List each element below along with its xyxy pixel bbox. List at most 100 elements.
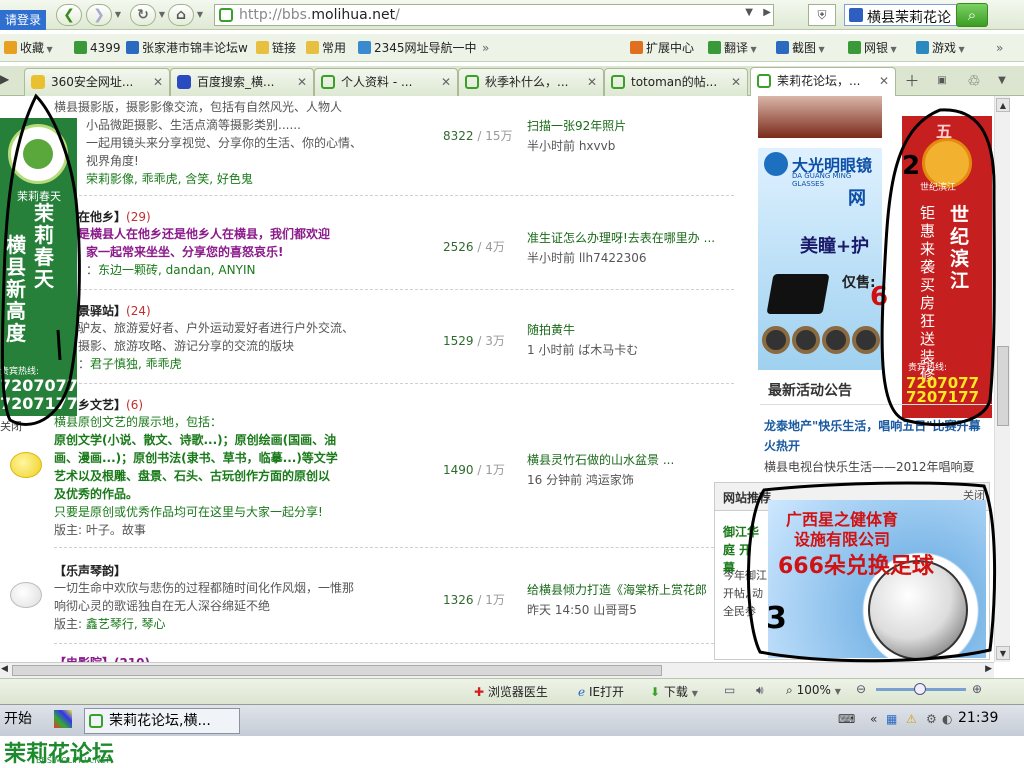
close-tab-icon[interactable]: ✕ [587,69,597,95]
trash-button[interactable]: ♲ [962,70,986,92]
translate-button[interactable]: 翻译 ▼ [708,39,757,57]
netbank-button[interactable]: 网银 ▼ [848,39,897,57]
forum-last-post: 横县灵竹石做的山水盆景 ... 16 分钟前 鸿运家饰 [527,453,675,487]
tab-profile[interactable]: 个人资料 - ... ✕ [314,68,458,96]
tab-menu-dropdown[interactable]: ▼ [990,70,1014,92]
shield-icon: ⛨ [817,8,827,22]
forum-name[interactable]: 【乐声琴韵】 [54,562,734,579]
bookmark-overflow-icon[interactable]: » [482,39,489,57]
extension-center-button[interactable]: 扩展中心 [630,39,694,57]
refresh-button[interactable]: ↻ [130,4,156,26]
sidebar-top-image[interactable] [758,96,882,138]
download-button[interactable]: ⬇ 下载 ▼ [650,683,698,700]
soccer-ad[interactable]: 广西星之健体育 设施有限公司 666朵兑换足球 [768,500,986,660]
scroll-down-icon[interactable]: ▼ [996,646,1010,660]
hscroll-thumb[interactable] [12,665,662,676]
vertical-scrollbar[interactable]: ▲ ▼ [994,96,1010,662]
scroll-thumb[interactable] [997,346,1009,426]
tray-app-icon[interactable]: ◐ [942,712,952,726]
taskbar-item-browser[interactable]: 茉莉花论坛,横... [84,708,240,734]
taskbar-clock[interactable]: 21:39 [958,710,998,726]
back-arrow-icon: ❮ [63,7,75,23]
go-icon[interactable]: ▶ [763,7,771,18]
contact-lens-image [822,326,850,354]
forward-button[interactable]: ❯ [86,4,112,26]
tray-expand-icon[interactable]: « [870,712,877,726]
warning-icon[interactable]: ⚠ [906,712,917,726]
zoom-out-icon[interactable]: ⊖ [856,682,866,696]
left-float-ad[interactable]: 茉莉春天 茉莉春天 横县新高度 贵宾热线: 7207077 7207177 [0,118,78,416]
history-dropdown[interactable]: ▼ [112,4,124,26]
activity-desc: 横县电视台快乐生活——2012年唱响夏 [764,460,975,474]
bookmark-favorites[interactable]: 收藏 ▼ [4,39,53,57]
close-tab-icon[interactable]: ✕ [153,69,163,95]
zoom-in-icon[interactable]: ⊕ [972,682,982,696]
refresh-dropdown[interactable]: ▼ [156,4,168,26]
star-icon [4,41,17,54]
bookmark-4399[interactable]: 4399 [74,39,121,57]
glasses-ad[interactable]: 大光明眼镜 DA GUANG MING GLASSES 网 美瞳+护 仅售: 6 [758,148,888,370]
forum-name[interactable]: 在他乡】(29) [54,208,734,225]
tab-list-arrow-icon[interactable]: ▶ [0,72,14,90]
close-tab-icon[interactable]: ✕ [731,69,741,95]
jasmine-logo-icon [8,124,68,184]
bookmark-common-folder[interactable]: 常用 [306,39,346,57]
back-button[interactable]: ❮ [56,4,82,26]
network-icon[interactable]: ▦ [886,712,897,726]
bookmark-zjg-forum[interactable]: 张家港市锦丰论坛w [126,39,248,57]
zoom-level[interactable]: ⌕ 100% ▼ [786,683,841,698]
plus-icon: ＋ [904,72,920,90]
tab-autumn[interactable]: 秋季补什么，... ✕ [458,68,604,96]
tab-totoman[interactable]: totoman的帖... ✕ [604,68,748,96]
forum-watermark-url: BBS.MOLIHUA.NET [36,756,111,765]
forum-stats: 1490 / 1万 [443,463,505,477]
activity-title: 最新活动公告 [768,383,852,399]
bookmark-2345[interactable]: 2345网址导航一中 [358,39,477,57]
login-button[interactable]: 请登录 [0,10,46,30]
next-forum-partial[interactable]: 【电影院】(210) [54,654,150,662]
ie-open-button[interactable]: ℯ IE打开 [578,683,624,700]
eye-logo-icon [764,152,788,176]
settings-icon[interactable]: ⚙ [926,712,937,726]
quick-launch-icon[interactable] [54,710,72,728]
scroll-left-icon[interactable]: ◀ [1,664,8,674]
home-button[interactable]: ⌂ [168,4,194,26]
search-button[interactable]: ⌕ [956,3,988,27]
close-tab-icon[interactable]: ✕ [879,68,889,94]
security-shield-button[interactable]: ⛨ [808,4,836,26]
window-icon[interactable]: ▭ [724,683,735,697]
scroll-right-icon[interactable]: ▶ [985,664,992,674]
bookmark-links-folder[interactable]: 链接 [256,39,296,57]
screenshot-button[interactable]: 截图 ▼ [776,39,825,57]
forum-name[interactable]: 景驿站】(24) [54,302,734,319]
start-button[interactable]: 开始 [0,706,44,732]
close-tab-icon[interactable]: ✕ [297,69,307,95]
close-tab-icon[interactable]: ✕ [441,69,451,95]
volume-icon[interactable]: 🔊︎ [756,683,764,698]
forum-no-new-posts-icon [10,582,42,608]
new-tab-button[interactable]: ＋ [900,70,924,92]
scroll-up-icon[interactable]: ▲ [996,98,1010,112]
tab-baidu[interactable]: 百度搜索_横... ✕ [170,68,314,96]
forum-stats: 8322 / 15万 [443,129,513,143]
tab-molihua-active[interactable]: 茉莉花论坛，... ✕ [750,67,896,97]
forum-name[interactable]: 乡文艺】(6) [54,396,734,413]
horizontal-scrollbar[interactable]: ◀ ▶ [0,662,994,678]
toolbar-overflow-icon[interactable]: » [996,39,1003,57]
right-float-ad[interactable]: 五 世纪滨江 世纪滨江 钜惠来袭买房狂送装修 贵宾热线: 7207077 720… [902,116,992,418]
zoom-slider-thumb[interactable] [914,683,926,695]
home-dropdown[interactable]: ▼ [194,4,206,26]
games-button[interactable]: 游戏 ▼ [916,39,965,57]
keyboard-icon[interactable]: ⌨ [838,712,855,726]
url-dropdown-icon[interactable]: ▼ [745,7,753,18]
lens-case-image [766,274,830,314]
browser-doctor-button[interactable]: ✚ 浏览器医生 [474,683,548,700]
url-input[interactable]: http://bbs.molihua.net/ ▼ ▶ [214,4,774,26]
closed-tabs-button[interactable]: ▣ [930,70,954,92]
medical-cross-icon: ✚ [474,685,485,699]
left-ad-close[interactable]: 关闭 [0,418,22,434]
site-favicon-icon [219,8,233,22]
activity-link[interactable]: 龙泰地产"快乐生活，唱响五日"比赛开幕 火热开 [764,416,992,456]
tab-360[interactable]: 360安全网址... ✕ [24,68,170,96]
home-icon: ⌂ [175,7,187,23]
